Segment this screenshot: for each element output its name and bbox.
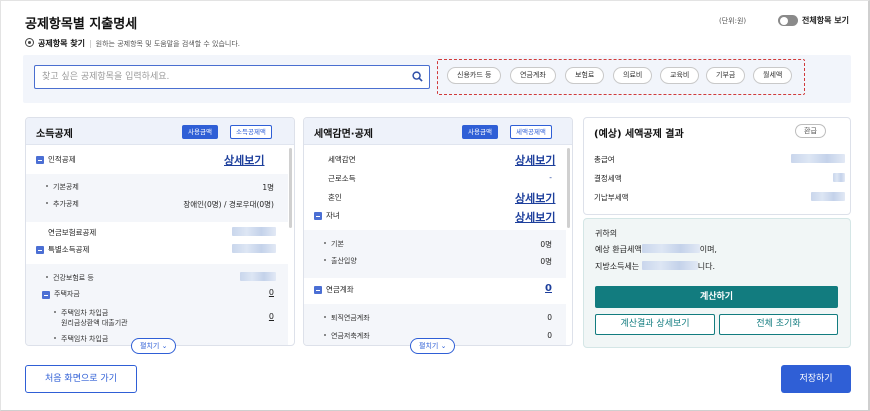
chip-donation[interactable]: 기부금 <box>706 67 746 84</box>
health-insurance-label: 건강보험료 등 <box>46 273 94 283</box>
masked-value <box>232 227 276 236</box>
income-deduction-card: 소득공제 사용금액 소득공제액 인적공제 상세보기 기본공제 1명 추가공제 장… <box>25 117 295 346</box>
basic-deduction-label: 기본공제 <box>46 182 79 192</box>
pension-savings-label: 연금저축계좌 <box>324 331 370 341</box>
housing-fund-value[interactable]: 0 <box>269 288 274 297</box>
rent-loan-value[interactable]: 0 <box>269 312 274 321</box>
shade-block <box>304 230 566 278</box>
special-deduction-label: 특별소득공제 <box>48 245 90 254</box>
scrollbar[interactable] <box>289 148 292 228</box>
child-basic-label: 기본 <box>324 239 344 249</box>
scrollbar[interactable] <box>567 148 570 228</box>
finder-hint: 원하는 공제항목 및 도움말을 검색할 수 있습니다. <box>95 40 241 48</box>
result-detail-button[interactable]: 계산결과 상세보기 <box>595 314 715 335</box>
pension-insurance-label: 연금보험료공제 <box>48 228 97 237</box>
birth-adoption-value: 0명 <box>540 257 552 266</box>
retirement-pension-value: 0 <box>547 313 552 322</box>
rent-loan-label-2: 주택임차 차입금 <box>54 334 108 344</box>
masked-value <box>833 173 845 182</box>
child-basic-value: 0명 <box>540 240 552 249</box>
marriage-detail-link[interactable]: 상세보기 <box>515 190 555 206</box>
extra-deduction-value: 장애인(0명) / 경로우대(0명) <box>183 200 274 209</box>
collapse-icon[interactable] <box>314 286 322 294</box>
children-label: 자녀 <box>326 211 340 220</box>
search-input[interactable] <box>35 66 405 88</box>
personal-detail-link[interactable]: 상세보기 <box>224 152 264 168</box>
collapse-icon[interactable] <box>36 156 44 164</box>
income-card-title: 소득공제 <box>36 129 73 140</box>
collapse-icon[interactable] <box>42 291 50 299</box>
chip-credit-card[interactable]: 신용카드 등 <box>447 67 502 84</box>
reset-all-button[interactable]: 전체 초기화 <box>719 314 838 335</box>
reduction-detail-link[interactable]: 상세보기 <box>515 152 555 168</box>
collapse-icon[interactable] <box>36 246 44 254</box>
income-deduction-amount-button[interactable]: 소득공제액 <box>230 125 272 139</box>
refund-badge: 환급 <box>795 124 826 138</box>
chip-education[interactable]: 교육비 <box>660 67 700 84</box>
pension-account-value[interactable]: 0 <box>545 283 552 294</box>
gross-salary-label: 총급여 <box>594 155 615 164</box>
masked-value <box>811 192 845 201</box>
birth-adoption-label: 출산입양 <box>324 256 357 266</box>
summary-line-3: 지방소득세는 니다. <box>595 261 715 271</box>
chevron-down-icon: ⌄ <box>440 342 447 350</box>
prepaid-tax-label: 기납부세액 <box>594 193 629 202</box>
children-detail-link[interactable]: 상세보기 <box>515 209 555 225</box>
go-to-start-button[interactable]: 처음 화면으로 가기 <box>25 365 137 393</box>
earned-income-value: - <box>549 173 552 182</box>
target-icon <box>25 38 34 47</box>
summary-line-2: 예상 환급세액 이며, <box>595 244 717 254</box>
chip-pension-account[interactable]: 연금계좌 <box>510 67 556 84</box>
credit-card-title: 세액감면·공제 <box>314 129 373 140</box>
divider: | <box>88 39 92 48</box>
finder-label: 공제항목 찾기 <box>38 39 85 48</box>
show-all-toggle[interactable] <box>778 15 798 26</box>
tax-credit-card: 세액감면·공제 사용금액 세액공제액 세액감면 상세보기 근로소득 - 혼인 상… <box>303 117 573 346</box>
chip-monthly-rent[interactable]: 월세액 <box>753 67 793 84</box>
retirement-pension-label: 퇴직연금계좌 <box>324 313 370 323</box>
masked-value <box>240 272 276 281</box>
save-button[interactable]: 저장하기 <box>781 365 851 393</box>
rent-loan-label: 주택임차 차입금 <box>54 308 108 318</box>
tax-reduction-label: 세액감면 <box>328 155 356 164</box>
search-box <box>34 65 430 89</box>
pension-savings-value: 0 <box>547 331 552 340</box>
chip-insurance[interactable]: 보험료 <box>565 67 605 84</box>
marriage-label: 혼인 <box>328 193 342 202</box>
search-icon[interactable] <box>412 71 423 82</box>
income-expand-button[interactable]: 펼치기 ⌄ <box>131 338 177 354</box>
masked-value <box>791 154 845 163</box>
credit-expand-button[interactable]: 펼치기 ⌄ <box>410 338 456 354</box>
show-all-label: 전체항목 보기 <box>802 16 849 25</box>
pension-account-label: 연금계좌 <box>326 285 354 294</box>
collapse-icon[interactable] <box>314 212 322 220</box>
unit-label: (단위:원) <box>719 17 747 25</box>
rent-loan-sub-label: 원리금상환액 대출기관 <box>61 319 128 327</box>
earned-income-label: 근로소득 <box>328 174 356 183</box>
calculate-button[interactable]: 계산하기 <box>595 286 838 308</box>
income-used-amount-button[interactable]: 사용금액 <box>182 125 218 139</box>
result-title: (예상) 세액공제 결과 <box>594 129 684 140</box>
basic-deduction-value: 1명 <box>262 183 274 192</box>
finder-row: 공제항목 찾기 | 원하는 공제항목 및 도움말을 검색할 수 있습니다. <box>25 38 240 49</box>
housing-fund-label: 주택자금 <box>54 290 80 298</box>
summary-line-1: 귀하의 <box>595 229 618 238</box>
decided-tax-label: 결정세액 <box>594 174 622 183</box>
extra-deduction-label: 추가공제 <box>46 199 79 209</box>
page-title: 공제항목별 지출명세 <box>25 17 138 32</box>
personal-deduction-label: 인적공제 <box>48 155 76 164</box>
chevron-down-icon: ⌄ <box>161 342 168 350</box>
deduction-detail-page: 공제항목별 지출명세 (단위:원) 전체항목 보기 공제항목 찾기 | 원하는 공제… <box>0 0 870 411</box>
chip-medical[interactable]: 의료비 <box>613 67 653 84</box>
credit-amount-button[interactable]: 세액공제액 <box>510 125 552 139</box>
masked-value <box>232 244 276 253</box>
credit-used-amount-button[interactable]: 사용금액 <box>462 125 498 139</box>
